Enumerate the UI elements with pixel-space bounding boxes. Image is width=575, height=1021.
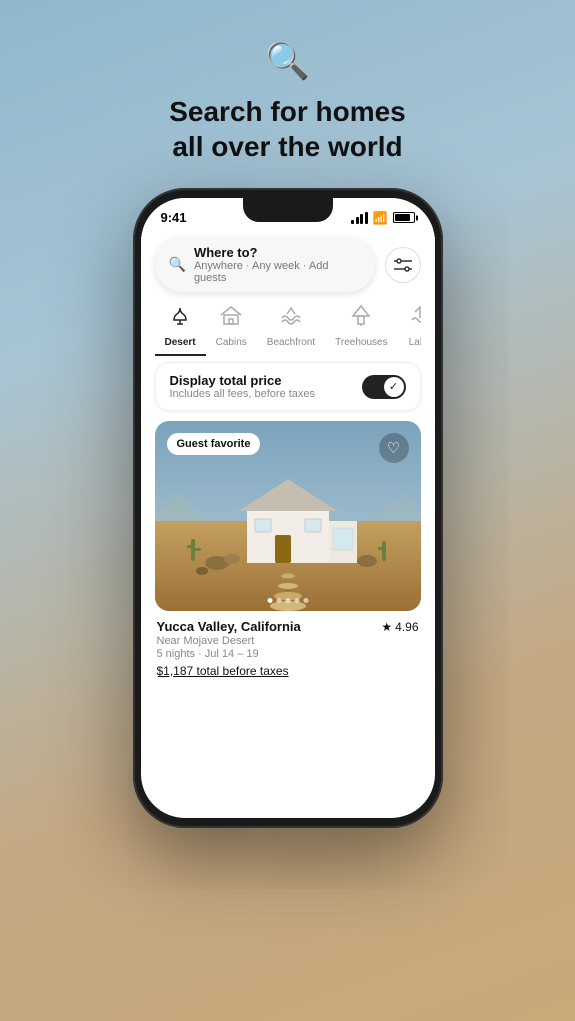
listing-location: Yucca Valley, California (157, 619, 301, 634)
listing-image: Guest favorite ♡ (155, 421, 421, 611)
rating-value: 4.96 (395, 620, 418, 634)
desert-icon (168, 304, 192, 334)
search-primary-text: Where to? (194, 245, 361, 260)
guest-favorite-badge: Guest favorite (167, 433, 261, 455)
toggle-knob: ✓ (384, 377, 404, 397)
signal-icon (351, 212, 368, 224)
tab-beachfront-label: Beachfront (267, 337, 315, 348)
price-toggle-subtitle: Includes all fees, before taxes (170, 388, 316, 400)
wifi-icon: 📶 (373, 211, 388, 225)
star-icon: ★ (381, 620, 392, 634)
phone-frame: 9:41 📶 (133, 188, 443, 828)
filter-button[interactable] (385, 247, 421, 283)
search-icon-large: 🔍 (265, 40, 310, 82)
tab-treehouses-label: Treehouses (335, 337, 387, 348)
dot-4 (294, 598, 299, 603)
listing-price[interactable]: $1,187 total before taxes (157, 664, 419, 678)
price-toggle-switch[interactable]: ✓ (362, 375, 406, 399)
status-time: 9:41 (161, 210, 187, 225)
phone-screen: 9:41 📶 (141, 198, 435, 818)
phone-mockup: 9:41 📶 (133, 188, 443, 828)
tab-desert-label: Desert (165, 337, 196, 348)
search-secondary-text: Anywhere · Any week · Add guests (194, 260, 361, 284)
search-text: Where to? Anywhere · Any week · Add gues… (194, 245, 361, 284)
listing-dates: 5 nights · Jul 14 – 19 (157, 648, 419, 660)
price-toggle-text: Display total price Includes all fees, b… (170, 373, 316, 400)
search-icon: 🔍 (169, 256, 186, 273)
listing-title-row: Yucca Valley, California ★ 4.96 (157, 619, 419, 634)
tab-lake-label: Lake (409, 337, 421, 348)
price-toggle-title: Display total price (170, 373, 316, 388)
dot-1 (267, 598, 272, 603)
search-input-area[interactable]: 🔍 Where to? Anywhere · Any week · Add gu… (155, 237, 375, 292)
listing-rating: ★ 4.96 (381, 620, 418, 634)
lake-icon (408, 304, 421, 334)
heart-button[interactable]: ♡ (379, 433, 409, 463)
price-toggle-bar[interactable]: Display total price Includes all fees, b… (155, 362, 421, 411)
battery-icon (393, 212, 415, 223)
tab-treehouses[interactable]: Treehouses (325, 300, 397, 356)
tab-lake[interactable]: Lake (398, 300, 421, 356)
dot-2 (276, 598, 281, 603)
category-tabs: Desert Cabins (155, 300, 421, 356)
listing-info: Yucca Valley, California ★ 4.96 Near Moj… (155, 611, 421, 682)
app-content: 🔍 Where to? Anywhere · Any week · Add gu… (141, 237, 435, 682)
listing-card[interactable]: Guest favorite ♡ Yucca Valley, Calif (155, 421, 421, 682)
dot-3 (285, 598, 290, 603)
hero-title: Search for homes all over the world (169, 94, 406, 164)
tab-desert[interactable]: Desert (155, 300, 206, 356)
tab-beachfront[interactable]: Beachfront (257, 300, 325, 356)
treehouses-icon (349, 304, 373, 334)
listing-sublocation: Near Mojave Desert (157, 635, 419, 647)
cabins-icon (219, 304, 243, 334)
dot-5 (303, 598, 308, 603)
status-icons: 📶 (351, 211, 414, 225)
tab-cabins[interactable]: Cabins (206, 300, 257, 356)
beachfront-icon (279, 304, 303, 334)
search-bar[interactable]: 🔍 Where to? Anywhere · Any week · Add gu… (155, 237, 421, 292)
phone-notch (243, 198, 333, 222)
tab-cabins-label: Cabins (216, 337, 247, 348)
carousel-dots (267, 598, 308, 603)
hero-section: 🔍 Search for homes all over the world (169, 0, 406, 188)
